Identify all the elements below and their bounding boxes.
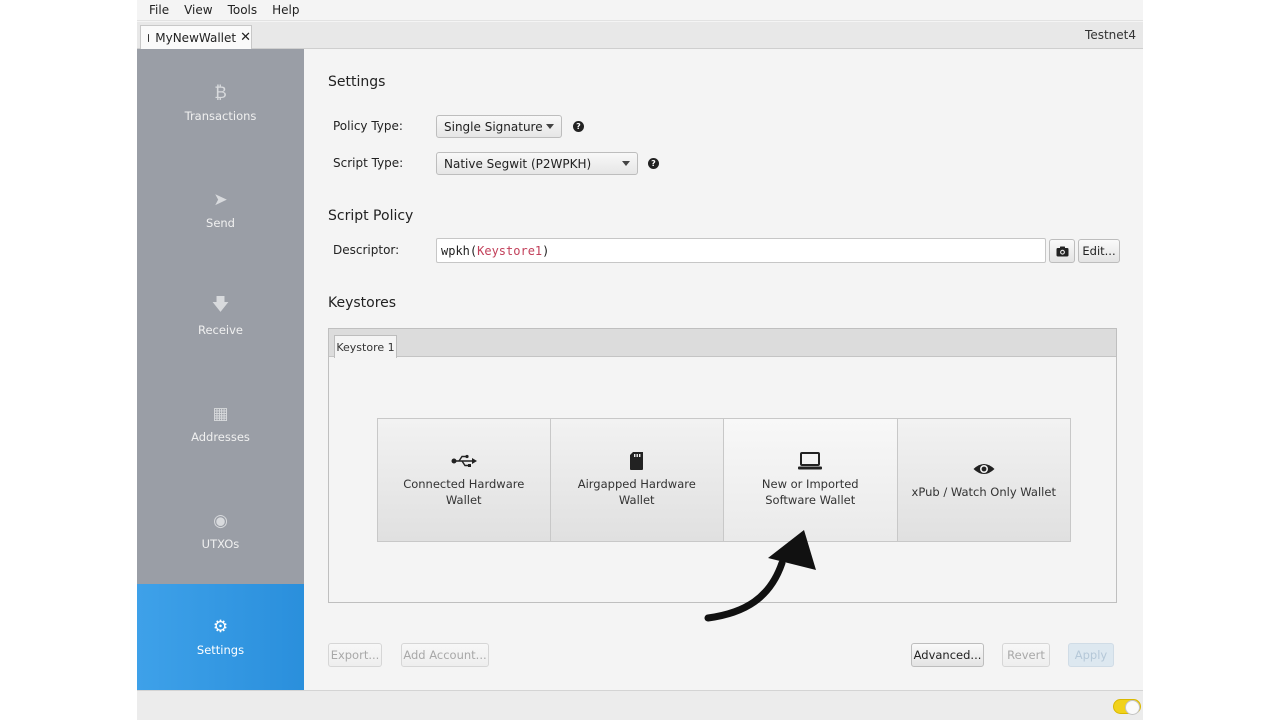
tab-keystore-1[interactable]: Keystore 1 <box>334 335 397 358</box>
sidebar-item-settings[interactable]: ⚙ Settings <box>137 584 304 690</box>
sd-card-icon <box>629 452 644 470</box>
revert-button[interactable]: Revert <box>1002 643 1050 667</box>
sidebar-item-label: Send <box>206 215 235 230</box>
camera-icon <box>1056 246 1068 256</box>
descriptor-keystore: Keystore1 <box>477 243 543 258</box>
app-window: File View Tools Help MyNewWallet ✕ Testn… <box>137 0 1143 720</box>
laptop-icon <box>798 452 823 470</box>
wallet-tab-bar: MyNewWallet ✕ Testnet4 <box>137 22 1143 49</box>
coins-icon: ◉ <box>213 510 228 531</box>
sidebar-item-send[interactable]: ➤ Send <box>137 156 304 263</box>
paper-plane-icon: ➤ <box>213 189 228 210</box>
table-icon: ▦ <box>212 403 229 424</box>
menu-bar: File View Tools Help <box>137 0 1143 21</box>
advanced-button[interactable]: Advanced... <box>911 643 984 667</box>
close-icon[interactable]: ✕ <box>240 30 251 45</box>
export-button[interactable]: Export... <box>328 643 382 667</box>
card-label: Airgapped Hardware Wallet <box>577 477 696 507</box>
sidebar: ₿ Transactions ➤ Send 🡇 Receive ▦ Addres… <box>137 49 304 690</box>
keystore-tab-strip: Keystore 1 <box>329 329 1116 358</box>
gear-icon: ⚙ <box>212 617 229 637</box>
descriptor-function: wpkh( <box>441 243 478 258</box>
xpub-watch-only-wallet-button[interactable]: xPub / Watch Only Wallet <box>897 418 1071 542</box>
menu-help[interactable]: Help <box>272 3 299 17</box>
chevron-down-icon <box>546 124 554 129</box>
arrow-down-icon: 🡇 <box>211 295 230 315</box>
chevron-down-icon <box>622 161 630 166</box>
eye-icon <box>973 460 995 478</box>
connected-hardware-wallet-button[interactable]: Connected Hardware Wallet <box>377 418 551 542</box>
sidebar-item-transactions[interactable]: ₿ Transactions <box>137 49 304 156</box>
keystores-title: Keystores <box>328 295 397 311</box>
network-label: Testnet4 <box>1085 28 1136 42</box>
policy-type-value: Single Signature <box>444 119 543 134</box>
descriptor-label: Descriptor: <box>333 243 400 257</box>
card-label: Connected Hardware Wallet <box>403 477 525 507</box>
annotation-arrow-icon <box>704 530 816 622</box>
add-account-button[interactable]: Add Account... <box>401 643 489 667</box>
help-icon[interactable]: ? <box>573 121 584 132</box>
sidebar-item-utxos[interactable]: ◉ UTXOs <box>137 477 304 584</box>
sidebar-item-label: Transactions <box>184 108 257 123</box>
scan-qr-button[interactable] <box>1049 239 1075 263</box>
bitcoin-icon: ₿ <box>214 82 227 103</box>
wallet-tab[interactable]: MyNewWallet ✕ <box>140 25 252 49</box>
script-type-label: Script Type: <box>333 156 404 170</box>
connection-toggle[interactable] <box>1113 699 1141 715</box>
policy-type-select[interactable]: Single Signature <box>436 115 562 138</box>
sidebar-item-label: Receive <box>197 322 244 337</box>
descriptor-close: ) <box>542 243 550 258</box>
menu-view[interactable]: View <box>184 3 212 17</box>
menu-file[interactable]: File <box>149 3 169 17</box>
help-icon[interactable]: ? <box>648 158 659 169</box>
sidebar-item-label: Addresses <box>191 429 250 444</box>
wallet-tab-label: MyNewWallet <box>155 30 237 45</box>
sidebar-item-label: UTXOs <box>201 536 240 551</box>
usb-icon <box>451 452 477 470</box>
sidebar-item-label: Settings <box>196 643 245 657</box>
sidebar-item-receive[interactable]: 🡇 Receive <box>137 263 304 370</box>
script-type-value: Native Segwit (P2WPKH) <box>444 156 592 171</box>
edit-descriptor-button[interactable]: Edit... <box>1078 239 1120 263</box>
card-label: New or Imported Software Wallet <box>761 477 859 507</box>
descriptor-field[interactable]: wpkh(Keystore1) <box>436 238 1046 263</box>
policy-type-label: Policy Type: <box>333 119 403 133</box>
apply-button[interactable]: Apply <box>1068 643 1114 667</box>
settings-title: Settings <box>328 74 386 90</box>
card-label: xPub / Watch Only Wallet <box>911 485 1056 499</box>
status-bar <box>137 690 1143 720</box>
menu-tools[interactable]: Tools <box>228 3 258 17</box>
airgapped-hardware-wallet-button[interactable]: Airgapped Hardware Wallet <box>550 418 724 542</box>
script-policy-title: Script Policy <box>328 208 414 224</box>
sidebar-item-addresses[interactable]: ▦ Addresses <box>137 370 304 477</box>
script-type-select[interactable]: Native Segwit (P2WPKH) <box>436 152 638 175</box>
